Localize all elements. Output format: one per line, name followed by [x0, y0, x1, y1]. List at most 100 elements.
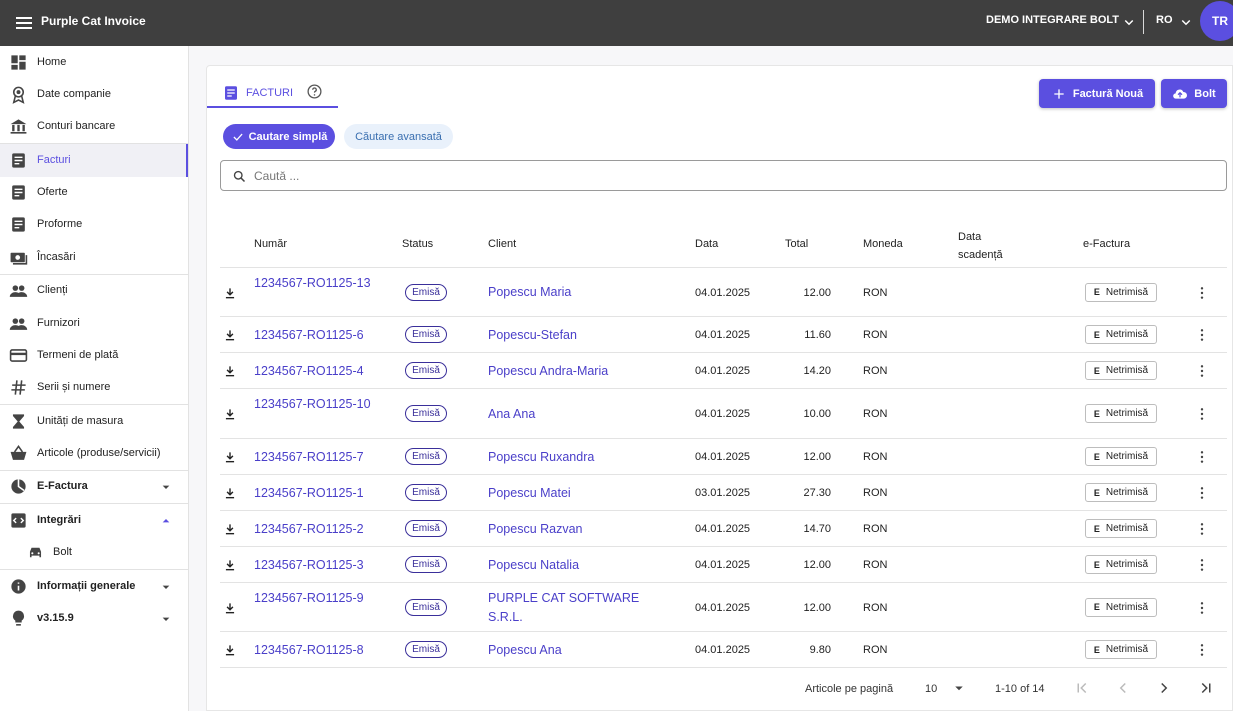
- download-icon[interactable]: [223, 407, 237, 421]
- column-header-due-date[interactable]: Data scadență: [958, 228, 1014, 264]
- client-link[interactable]: Popescu Ana: [488, 641, 658, 660]
- bolt-button[interactable]: Bolt: [1161, 79, 1227, 108]
- sidebar-item-bolt[interactable]: Bolt: [0, 536, 188, 569]
- client-link[interactable]: Popescu Maria: [488, 283, 658, 302]
- download-icon[interactable]: [223, 601, 237, 615]
- client-link[interactable]: Popescu-Stefan: [488, 326, 658, 345]
- simple-search-chip[interactable]: Cautare simplă: [223, 124, 335, 149]
- table-row[interactable]: 1234567-RO1125-9 Emisă PURPLE CAT SOFTWARE…: [220, 583, 1227, 632]
- column-header-efactura[interactable]: e-Factura: [1083, 238, 1130, 250]
- tab-facturi[interactable]: FACTURI: [207, 79, 338, 108]
- table-row[interactable]: 1234567-RO1125-1 Emisă Popescu Matei 03.01.…: [220, 475, 1227, 511]
- client-link[interactable]: Popescu Andra-Maria: [488, 362, 658, 381]
- column-header-date[interactable]: Data: [695, 238, 718, 250]
- sidebar-item-clienti[interactable]: Clienți: [0, 274, 188, 307]
- invoice-number-link[interactable]: 1234567-RO1125-3: [254, 556, 379, 575]
- more-vert-icon[interactable]: [1194, 406, 1210, 422]
- column-header-currency[interactable]: Moneda: [863, 238, 903, 250]
- invoice-number-link[interactable]: 1234567-RO1125-7: [254, 448, 379, 467]
- table-row[interactable]: 1234567-RO1125-3 Emisă Popescu Natalia 04.0…: [220, 547, 1227, 583]
- efactura-status-button[interactable]: E Netrimisă: [1085, 361, 1157, 380]
- sidebar-item-oferte[interactable]: Oferte: [0, 176, 188, 209]
- sidebar-item-informatii-generale[interactable]: Informații generale: [0, 570, 188, 603]
- sidebar-item-e-factura[interactable]: E-Factura: [0, 470, 188, 503]
- language-selector[interactable]: RO: [1156, 14, 1173, 26]
- sidebar-item-conturi-bancare[interactable]: Conturi bancare: [0, 110, 188, 143]
- column-header-number[interactable]: Număr: [254, 238, 287, 250]
- last-page-icon[interactable]: [1197, 679, 1215, 697]
- sidebar-item-furnizori[interactable]: Furnizori: [0, 307, 188, 340]
- client-link[interactable]: Popescu Natalia: [488, 556, 658, 575]
- account-selector[interactable]: DEMO INTEGRARE BOLT: [986, 14, 1119, 26]
- invoice-number-link[interactable]: 1234567-RO1125-4: [254, 362, 379, 381]
- help-icon[interactable]: [306, 83, 323, 100]
- more-vert-icon[interactable]: [1194, 557, 1210, 573]
- client-link[interactable]: Ana Ana: [488, 405, 658, 424]
- efactura-status-button[interactable]: E Netrimisă: [1085, 519, 1157, 538]
- caret-down-icon[interactable]: [158, 479, 174, 495]
- sidebar-item-home[interactable]: Home: [0, 46, 188, 79]
- sidebar-item-serii-si-numere[interactable]: Serii și numere: [0, 371, 188, 404]
- download-icon[interactable]: [223, 328, 237, 342]
- more-vert-icon[interactable]: [1194, 600, 1210, 616]
- invoice-number-link[interactable]: 1234567-RO1125-10: [254, 395, 379, 414]
- efactura-status-button[interactable]: E Netrimisă: [1085, 325, 1157, 344]
- sidebar-item-date-companie[interactable]: Date companie: [0, 78, 188, 111]
- efactura-status-button[interactable]: E Netrimisă: [1085, 282, 1157, 302]
- caret-down-icon[interactable]: [158, 579, 174, 595]
- table-row[interactable]: 1234567-RO1125-7 Emisă Popescu Ruxandra 04.…: [220, 439, 1227, 475]
- sidebar-item-version[interactable]: v3.15.9: [0, 602, 188, 635]
- more-vert-icon[interactable]: [1194, 642, 1210, 658]
- search-box[interactable]: [220, 160, 1227, 191]
- more-vert-icon[interactable]: [1194, 521, 1210, 537]
- more-vert-icon[interactable]: [1194, 449, 1210, 465]
- download-icon[interactable]: [223, 450, 237, 464]
- download-icon[interactable]: [223, 558, 237, 572]
- invoice-number-link[interactable]: 1234567-RO1125-2: [254, 520, 379, 539]
- client-link[interactable]: Popescu Razvan: [488, 520, 658, 539]
- invoice-number-link[interactable]: 1234567-RO1125-6: [254, 326, 379, 345]
- invoice-number-link[interactable]: 1234567-RO1125-1: [254, 484, 379, 503]
- table-row[interactable]: 1234567-RO1125-8 Emisă Popescu Ana 04.01.20…: [220, 632, 1227, 668]
- invoice-number-link[interactable]: 1234567-RO1125-8: [254, 641, 379, 660]
- download-icon[interactable]: [223, 643, 237, 657]
- new-invoice-button[interactable]: Factură Nouă: [1039, 79, 1155, 108]
- first-page-icon[interactable]: [1073, 679, 1091, 697]
- sidebar-item-articole[interactable]: Articole (produse/servicii): [0, 437, 188, 470]
- avatar[interactable]: TR: [1200, 1, 1233, 41]
- efactura-status-button[interactable]: E Netrimisă: [1085, 555, 1157, 574]
- download-icon[interactable]: [223, 486, 237, 500]
- caret-up-icon[interactable]: [158, 513, 174, 529]
- sidebar-item-termeni-de-plata[interactable]: Termeni de plată: [0, 339, 188, 372]
- table-row[interactable]: 1234567-RO1125-4 Emisă Popescu Andra-Maria…: [220, 353, 1227, 389]
- next-page-icon[interactable]: [1155, 679, 1173, 697]
- table-row[interactable]: 1234567-RO1125-6 Emisă Popescu-Stefan 04.01…: [220, 317, 1227, 353]
- more-vert-icon[interactable]: [1194, 327, 1210, 343]
- previous-page-icon[interactable]: [1114, 679, 1132, 697]
- efactura-status-button[interactable]: E Netrimisă: [1085, 404, 1157, 423]
- sidebar-item-facturi[interactable]: Facturi: [0, 144, 188, 177]
- sidebar-item-incasari[interactable]: Încasări: [0, 241, 188, 274]
- invoice-number-link[interactable]: 1234567-RO1125-13: [254, 274, 379, 293]
- table-row[interactable]: 1234567-RO1125-2 Emisă Popescu Razvan 04.01…: [220, 511, 1227, 547]
- chevron-down-icon[interactable]: [1177, 13, 1195, 31]
- advanced-search-chip[interactable]: Căutare avansată: [344, 124, 453, 149]
- column-header-status[interactable]: Status: [402, 238, 433, 250]
- table-row[interactable]: 1234567-RO1125-10 Emisă Ana Ana 04.01.2025 1…: [220, 389, 1227, 439]
- more-vert-icon[interactable]: [1194, 285, 1210, 301]
- column-header-total[interactable]: Total: [785, 238, 808, 250]
- caret-down-icon[interactable]: [950, 679, 968, 697]
- efactura-status-button[interactable]: E Netrimisă: [1085, 640, 1157, 659]
- client-link[interactable]: PURPLE CAT SOFTWARE S.R.L.: [488, 589, 658, 627]
- efactura-status-button[interactable]: E Netrimisă: [1085, 483, 1157, 502]
- client-link[interactable]: Popescu Matei: [488, 484, 658, 503]
- sidebar-item-integrari[interactable]: Integrări: [0, 504, 188, 537]
- download-icon[interactable]: [223, 286, 237, 300]
- efactura-status-button[interactable]: E Netrimisă: [1085, 447, 1157, 466]
- invoice-number-link[interactable]: 1234567-RO1125-9: [254, 589, 379, 608]
- menu-icon[interactable]: [12, 11, 36, 35]
- sidebar-item-proforme[interactable]: Proforme: [0, 208, 188, 241]
- more-vert-icon[interactable]: [1194, 485, 1210, 501]
- download-icon[interactable]: [223, 364, 237, 378]
- client-link[interactable]: Popescu Ruxandra: [488, 448, 658, 467]
